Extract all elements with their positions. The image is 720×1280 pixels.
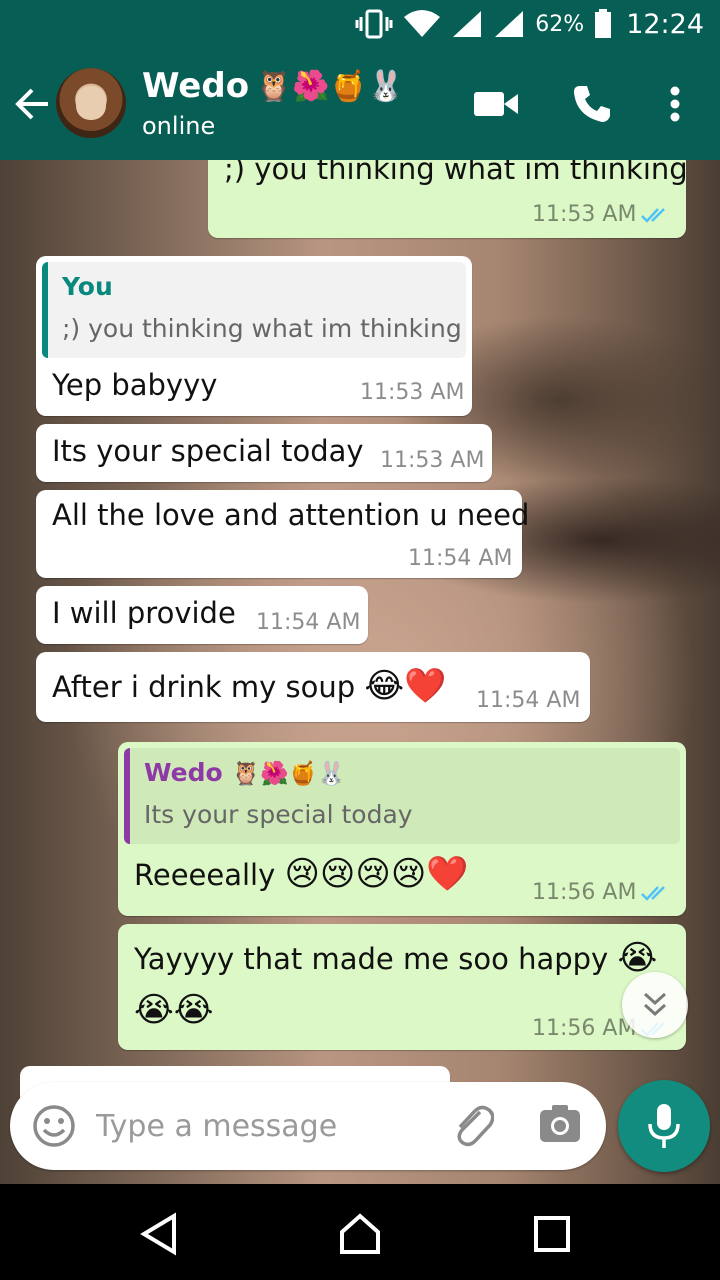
scroll-down-icon (643, 992, 667, 1017)
avatar[interactable] (56, 68, 126, 138)
contact-info[interactable]: Wedo 🦉🌺🍯🐰 online (142, 66, 404, 140)
message-text: All the love and attention u need (52, 498, 530, 532)
message-incoming[interactable]: All the love and attention u need 11:54 … (36, 490, 529, 578)
message-time: 11:56 AM (532, 1016, 637, 1041)
mic-button[interactable] (618, 1080, 710, 1172)
message-outgoing[interactable]: ;) you thinking what im thinking 11:53 A… (208, 160, 688, 238)
contact-status: online (142, 112, 216, 140)
more-vert-icon[interactable] (668, 86, 682, 122)
message-outgoing[interactable]: Yayyyy that made me soo happy 😭 😭😭 11:56… (118, 924, 686, 1050)
quoted-message[interactable]: Wedo 🦉🌺🍯🐰 Its your special today (124, 748, 680, 844)
video-call-icon[interactable] (474, 90, 518, 118)
message-time: 11:53 AM (360, 380, 465, 405)
emoji-icon[interactable] (32, 1104, 76, 1148)
message-composer (10, 1082, 606, 1170)
read-ticks-icon (641, 886, 665, 901)
message-input[interactable] (96, 1104, 416, 1148)
back-arrow-icon[interactable] (12, 84, 52, 124)
message-text: Reeeeally 😢😢😢😢❤️ (134, 854, 469, 894)
message-incoming[interactable]: After i drink my soup 😂❤️ 11:54 AM (36, 652, 590, 722)
phone-icon[interactable] (572, 84, 612, 124)
message-time: 11:53 AM (380, 448, 485, 473)
message-text: Its your special today (52, 434, 364, 468)
message-time: 11:54 AM (476, 688, 581, 713)
quote-author: You (62, 272, 113, 301)
message-time: 11:56 AM (532, 880, 637, 905)
message-emojis-line2: 😭😭 (134, 990, 214, 1030)
quote-text: Its your special today (144, 800, 413, 829)
quote-author: Wedo 🦉🌺🍯🐰 (144, 758, 346, 787)
battery-percent: 62% (535, 11, 585, 37)
signal-icon (495, 11, 524, 37)
signal-icon (453, 11, 482, 37)
message-incoming[interactable]: I will provide 11:54 AM (36, 586, 368, 644)
attach-icon[interactable] (450, 1102, 494, 1148)
message-emojis: 😢😢😢😢❤️ (284, 854, 469, 894)
camera-icon[interactable] (538, 1104, 582, 1144)
message-text: Yep babyyy (52, 368, 218, 402)
clock: 12:24 (626, 8, 704, 40)
quoted-message[interactable]: You ;) you thinking what im thinking (42, 262, 466, 358)
quote-author-emojis: 🦉🌺🍯🐰 (231, 761, 346, 787)
system-nav-bar (0, 1184, 720, 1280)
message-text: ;) you thinking what im thinking (224, 160, 688, 186)
message-text: After i drink my soup 😂❤️ (52, 666, 447, 706)
scroll-down-button[interactable] (622, 972, 688, 1038)
message-time: 11:54 AM (256, 610, 361, 635)
wifi-icon (404, 10, 441, 37)
message-time: 11:53 AM (532, 202, 637, 227)
message-time: 11:54 AM (408, 546, 513, 571)
nav-back-icon[interactable] (138, 1212, 182, 1256)
mic-icon (648, 1104, 680, 1148)
vibrate-icon (355, 9, 393, 39)
chat-area[interactable]: ;) you thinking what im thinking 11:53 A… (0, 160, 720, 1184)
quote-text: ;) you thinking what im thinking (62, 314, 462, 343)
chat-header: Wedo 🦉🌺🍯🐰 online (0, 48, 720, 160)
message-text: Yayyyy that made me soo happy 😭 (134, 938, 658, 978)
contact-name: Wedo 🦉🌺🍯🐰 (142, 66, 405, 106)
status-bar: 62% 12:24 (0, 0, 720, 48)
contact-name-emojis: 🦉🌺🍯🐰 (255, 68, 405, 104)
message-incoming[interactable]: You ;) you thinking what im thinking Yep… (36, 256, 472, 416)
message-text: I will provide (52, 596, 236, 630)
message-outgoing[interactable]: Wedo 🦉🌺🍯🐰 Its your special today Reeeeal… (118, 742, 686, 916)
nav-home-icon[interactable] (338, 1212, 382, 1256)
message-incoming[interactable]: Its your special today 11:53 AM (36, 424, 492, 482)
nav-recents-icon[interactable] (530, 1212, 574, 1256)
message-emojis: 😂❤️ (364, 666, 447, 706)
read-ticks-icon (641, 208, 665, 223)
battery-icon (595, 9, 612, 38)
